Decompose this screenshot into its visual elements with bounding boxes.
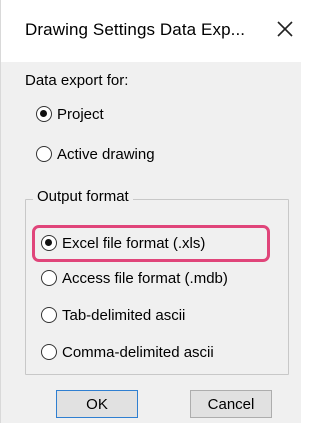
radio-excel-format[interactable]: Excel file format (.xls)	[41, 232, 205, 254]
radio-project-label: Project	[57, 105, 104, 123]
radio-project[interactable]: Project	[36, 103, 104, 125]
radio-active-drawing[interactable]: Active drawing	[36, 143, 155, 165]
output-format-caption: Output format	[33, 188, 133, 205]
close-icon	[277, 21, 293, 37]
radio-access-format-label: Access file format (.mdb)	[62, 269, 228, 287]
dialog-title: Drawing Settings Data Exp...	[25, 20, 246, 39]
radio-button-checked[interactable]	[36, 106, 52, 122]
radio-excel-format-label: Excel file format (.xls)	[62, 234, 206, 252]
cancel-button[interactable]: Cancel	[190, 390, 272, 418]
radio-tab-delimited[interactable]: Tab-delimited ascii	[41, 304, 185, 326]
close-button[interactable]	[271, 14, 299, 44]
radio-button[interactable]	[41, 307, 57, 323]
data-export-label: Data export for:	[25, 72, 129, 89]
data-export-dialog: Drawing Settings Data Exp... Data export…	[0, 0, 302, 423]
radio-access-format[interactable]: Access file format (.mdb)	[41, 267, 228, 289]
radio-active-drawing-label: Active drawing	[57, 145, 155, 163]
ok-button[interactable]: OK	[56, 390, 138, 418]
radio-button-checked[interactable]	[41, 235, 57, 251]
radio-tab-delimited-label: Tab-delimited ascii	[62, 306, 186, 324]
radio-comma-delimited[interactable]: Comma-delimited ascii	[41, 341, 214, 363]
radio-comma-delimited-label: Comma-delimited ascii	[62, 343, 214, 361]
radio-button[interactable]	[41, 270, 57, 286]
title-bar: Drawing Settings Data Exp...	[1, 0, 302, 62]
radio-button[interactable]	[36, 146, 52, 162]
radio-button[interactable]	[41, 344, 57, 360]
